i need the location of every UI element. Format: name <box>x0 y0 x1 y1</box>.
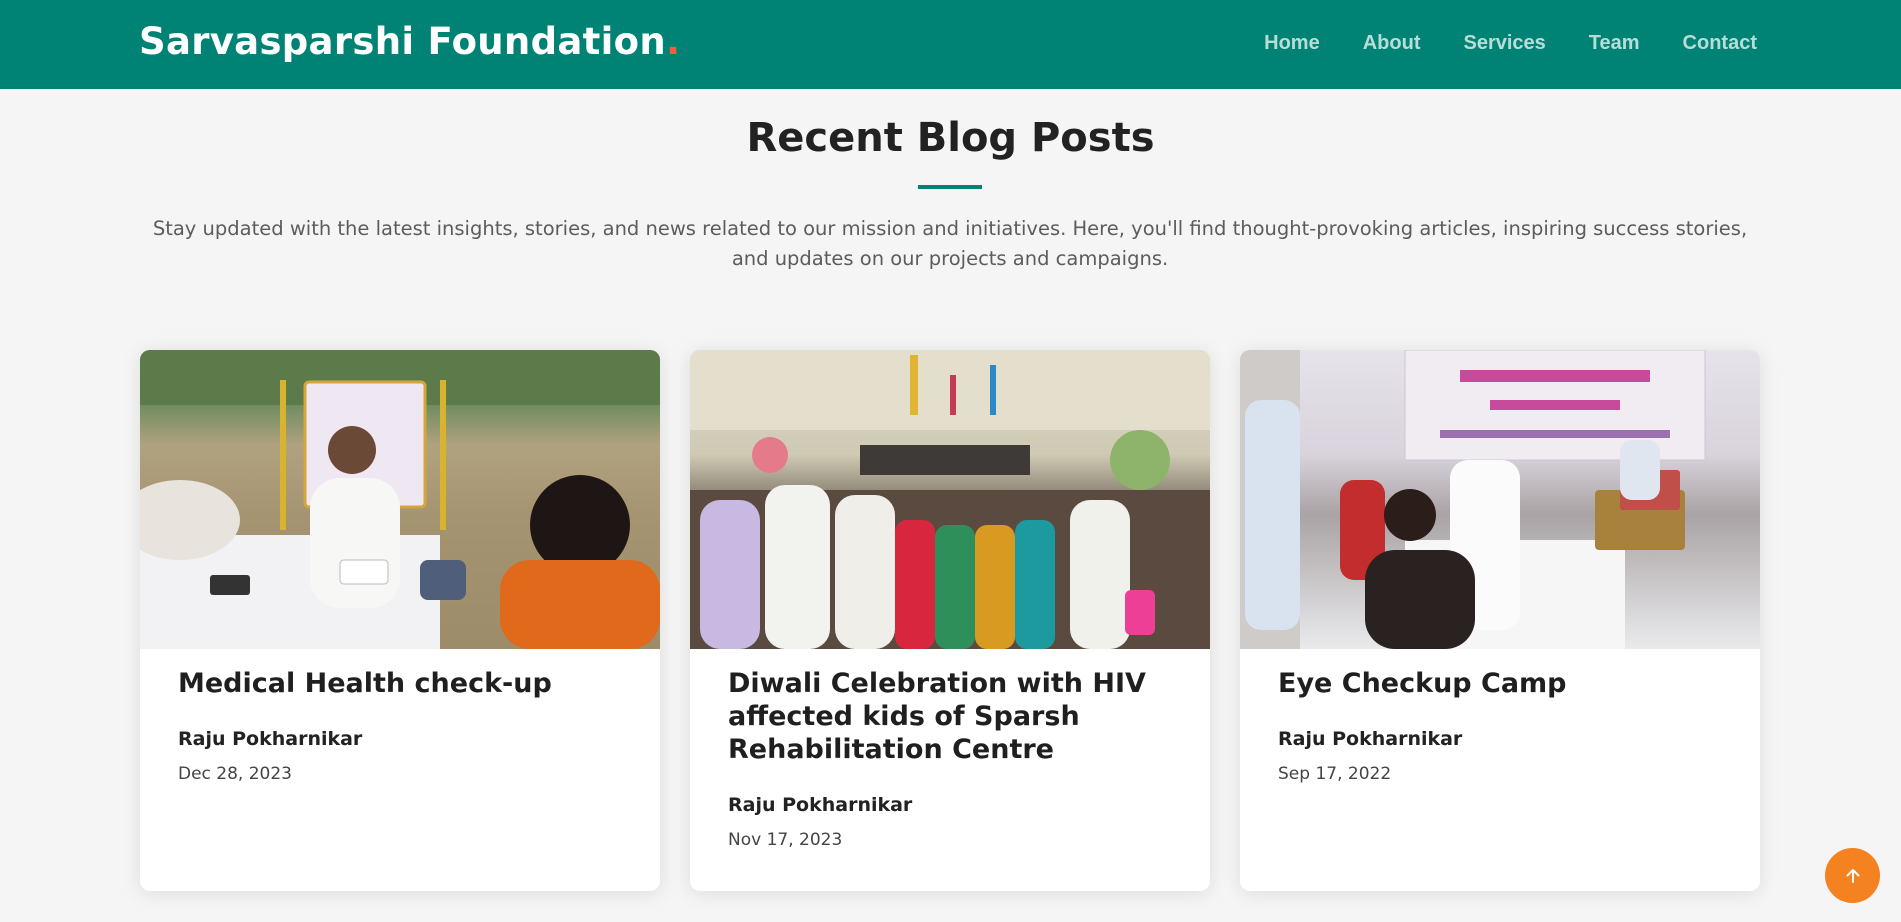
blog-card-image[interactable] <box>690 350 1210 649</box>
brand-dot: . <box>665 20 681 63</box>
site-header: Sarvasparshi Foundation. Home About Serv… <box>0 0 1901 89</box>
blog-card-body: Medical Health check-up Raju Pokharnikar… <box>140 649 660 802</box>
blog-card-date: Dec 28, 2023 <box>178 764 293 784</box>
section-intro: Stay updated with the latest insights, s… <box>152 217 1748 270</box>
blog-card-image[interactable] <box>1240 350 1760 649</box>
blog-card-body: Eye Checkup Camp Raju Pokharnikar Sep 17… <box>1240 649 1760 802</box>
blog-card-body: Diwali Celebration with HIV affected kid… <box>690 649 1210 868</box>
main-nav: Home About Services Team Contact <box>1264 32 1757 55</box>
scroll-top-button[interactable] <box>1825 848 1880 903</box>
blog-card-date: Sep 17, 2022 <box>1278 764 1392 784</box>
blog-card[interactable]: Diwali Celebration with HIV affected kid… <box>690 350 1210 891</box>
nav-team[interactable]: Team <box>1589 32 1640 55</box>
blog-card-title[interactable]: Eye Checkup Camp <box>1278 667 1722 700</box>
blog-card-date: Nov 17, 2023 <box>728 830 843 850</box>
medical-checkup-photo <box>140 350 660 649</box>
blog-card-image[interactable] <box>140 350 660 649</box>
blog-card[interactable]: Eye Checkup Camp Raju Pokharnikar Sep 17… <box>1240 350 1760 891</box>
blog-card-author: Raju Pokharnikar <box>1278 728 1463 750</box>
nav-contact[interactable]: Contact <box>1683 32 1757 55</box>
nav-home[interactable]: Home <box>1264 32 1320 55</box>
blog-card-title[interactable]: Medical Health check-up <box>178 667 622 700</box>
blog-card-author: Raju Pokharnikar <box>178 728 363 750</box>
blog-post-list: Medical Health check-up Raju Pokharnikar… <box>140 350 1760 891</box>
nav-about[interactable]: About <box>1363 32 1421 55</box>
blog-card[interactable]: Medical Health check-up Raju Pokharnikar… <box>140 350 660 891</box>
eye-checkup-photo <box>1240 350 1706 649</box>
brand-name: Sarvasparshi Foundation <box>139 20 666 63</box>
section-title: Recent Blog Posts <box>746 115 1155 161</box>
blog-card-title[interactable]: Diwali Celebration with HIV affected kid… <box>728 667 1172 766</box>
diwali-celebration-photo <box>690 350 1210 649</box>
blog-card-author: Raju Pokharnikar <box>728 794 913 816</box>
nav-services[interactable]: Services <box>1463 32 1545 55</box>
site-logo[interactable]: Sarvasparshi Foundation. <box>139 20 680 63</box>
arrow-up-icon <box>1846 868 1859 883</box>
title-underline <box>918 185 982 189</box>
